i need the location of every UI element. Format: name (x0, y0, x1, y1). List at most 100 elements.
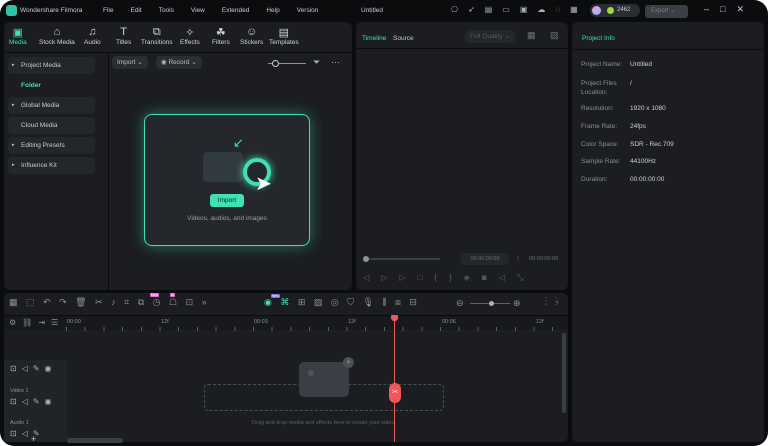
tab-source[interactable]: Source (393, 35, 414, 42)
zoom-slider[interactable] (470, 301, 510, 306)
tab-effects[interactable]: ✧ Effects (180, 26, 200, 46)
link-icon[interactable]: ⛓ (22, 318, 38, 327)
mark-in-icon[interactable]: { (434, 273, 449, 282)
zoom-in-icon[interactable]: ⊕ (513, 298, 521, 309)
tab-media[interactable]: ▣ Media (9, 26, 27, 46)
minimize-button[interactable]: – (704, 4, 720, 14)
shield-icon[interactable]: ⛉ (347, 297, 362, 307)
mask-icon[interactable]: ☖ (169, 297, 186, 307)
gift-icon[interactable]: ⎔ (451, 5, 468, 14)
fullscreen-icon[interactable]: ⤡ (517, 273, 535, 282)
maximize-button[interactable]: □ (720, 4, 736, 14)
credits-pill[interactable]: 2462 (590, 4, 640, 17)
track-manager-icon[interactable]: ☰ (51, 318, 64, 327)
more-icon[interactable]: ⋯ (331, 57, 340, 68)
settings-icon[interactable]: ⚙ (9, 318, 22, 327)
filter-icon[interactable]: ⏷ (313, 57, 320, 68)
next-frame-icon[interactable]: ▷ (381, 273, 399, 282)
menu-extended[interactable]: Extended (222, 7, 249, 14)
save-icon[interactable]: ▣ (520, 5, 538, 14)
snapshot-icon[interactable]: ◙ (482, 273, 499, 282)
waveform-icon[interactable]: ▨ (550, 30, 559, 41)
stop-icon[interactable]: □ (417, 273, 434, 282)
record-dropdown[interactable]: ◉ Record ⌄ (156, 56, 202, 69)
image-icon[interactable]: ▨ (314, 297, 331, 307)
grid-icon[interactable]: ▦ (527, 30, 536, 41)
ai-copilot-icon[interactable]: ◉ (264, 297, 280, 307)
microphone-icon[interactable]: 🎙 (363, 297, 383, 307)
monitor-icon[interactable]: ▭ (502, 5, 520, 14)
layout-icon[interactable]: ▦ (9, 297, 26, 307)
vertical-scrollbar[interactable] (562, 333, 566, 413)
menu-version[interactable]: Version (297, 7, 319, 14)
tab-transitions[interactable]: ⧉ Transitions (141, 26, 173, 46)
add-track-button[interactable]: + (31, 434, 36, 444)
select-icon[interactable]: ⬚ (26, 297, 43, 307)
transform-icon[interactable]: ⊡ (186, 297, 202, 307)
horizontal-scrollbar[interactable] (67, 438, 123, 443)
stabilize-icon[interactable]: ◎ (331, 297, 347, 307)
undo-icon[interactable]: ↶ (43, 297, 59, 307)
track-controls-1[interactable]: ⊡◁✎◉ (10, 364, 57, 373)
import-dropdown[interactable]: Import ⌄ (112, 56, 148, 69)
sidebar-item-cloud-media[interactable]: Cloud Media (8, 117, 95, 134)
menu-view[interactable]: View (191, 7, 205, 14)
thumbnail-size-slider[interactable] (268, 60, 306, 67)
delete-icon[interactable]: 🗑 (75, 297, 95, 307)
tab-stickers[interactable]: ☺ Stickers (240, 26, 263, 46)
volume-icon[interactable]: ◁ (499, 273, 517, 282)
sidebar-item-global-media[interactable]: Global Media (8, 97, 95, 114)
playhead[interactable] (394, 318, 395, 442)
play-icon[interactable]: ▷ (399, 273, 417, 282)
fit-icon[interactable]: ⊟ (409, 297, 425, 307)
speed-icon[interactable]: ◷ (153, 297, 169, 307)
import-button[interactable]: Import (210, 194, 244, 207)
tab-titles[interactable]: T Titles (116, 26, 131, 46)
sidebar-item-influence-kit[interactable]: Influence Kit (8, 157, 95, 174)
menu-help[interactable]: Help (266, 7, 279, 14)
menu-edit[interactable]: Edit (130, 7, 141, 14)
tab-stock-media[interactable]: ⌂ Stock Media (39, 26, 75, 46)
settings-dropdown[interactable]: ▾ (556, 300, 559, 306)
ai-tool-icon[interactable]: ⌘ (280, 297, 298, 307)
tab-templates[interactable]: ▤ Templates (269, 26, 299, 46)
clipboard-icon[interactable]: ▤ (485, 5, 503, 14)
sidebar-item-editing-presets[interactable]: Editing Presets (8, 137, 95, 154)
menu-tools[interactable]: Tools (159, 7, 174, 14)
add-media-icon[interactable]: + (343, 357, 354, 368)
add-track-icon[interactable]: ⇥ (38, 318, 51, 327)
duplicate-icon[interactable]: ⧉ (138, 297, 153, 307)
render-icon[interactable]: ◈ (464, 273, 482, 282)
more-tools-icon[interactable]: » (202, 297, 216, 307)
scissors-icon[interactable]: ✂ (389, 383, 401, 403)
prev-frame-icon[interactable]: ◁ (363, 273, 381, 282)
track-controls-video[interactable]: ⊡◁✎◉ (10, 397, 57, 406)
close-button[interactable]: ✕ (736, 4, 755, 14)
add-marker-icon[interactable]: ⊞ (298, 297, 314, 307)
tab-audio[interactable]: ♫ Audio (84, 26, 101, 46)
zoom-out-icon[interactable]: ⊖ (456, 298, 464, 309)
tab-timeline[interactable]: Timeline (362, 35, 386, 42)
import-dropzone[interactable]: ↙ ➤ Import Videos, audios, and images (144, 114, 310, 246)
export-button[interactable]: Export ⌄ (645, 5, 688, 18)
redo-icon[interactable]: ↷ (59, 297, 75, 307)
cut-icon[interactable]: ✂ (95, 297, 111, 307)
headset-icon[interactable]: ◌ (555, 5, 570, 14)
preview-scrubber[interactable] (363, 256, 440, 262)
sidebar-item-folder[interactable]: Folder (21, 82, 41, 89)
cloud-icon[interactable]: ☁ (537, 5, 555, 14)
quality-dropdown[interactable]: Full Quality ⌄ (465, 30, 515, 43)
mixer-icon[interactable]: ⫼ (382, 297, 395, 307)
send-icon[interactable]: ➶ (468, 5, 485, 14)
apps-icon[interactable]: ▦ (570, 5, 588, 14)
tab-filters[interactable]: ☘ Filters (212, 26, 230, 46)
crop-icon[interactable]: ⌗ (124, 297, 138, 307)
track-controls-audio[interactable]: ⊡◁✎ (10, 429, 45, 438)
auto-sync-icon[interactable]: ⧈ (395, 297, 409, 307)
playhead-handle[interactable] (391, 315, 398, 321)
avatar[interactable] (592, 6, 601, 15)
menu-file[interactable]: File (103, 7, 113, 14)
mark-out-icon[interactable]: } (449, 273, 464, 282)
sidebar-item-project-media[interactable]: Project Media (8, 57, 95, 74)
audio-icon[interactable]: ♪ (111, 297, 124, 307)
